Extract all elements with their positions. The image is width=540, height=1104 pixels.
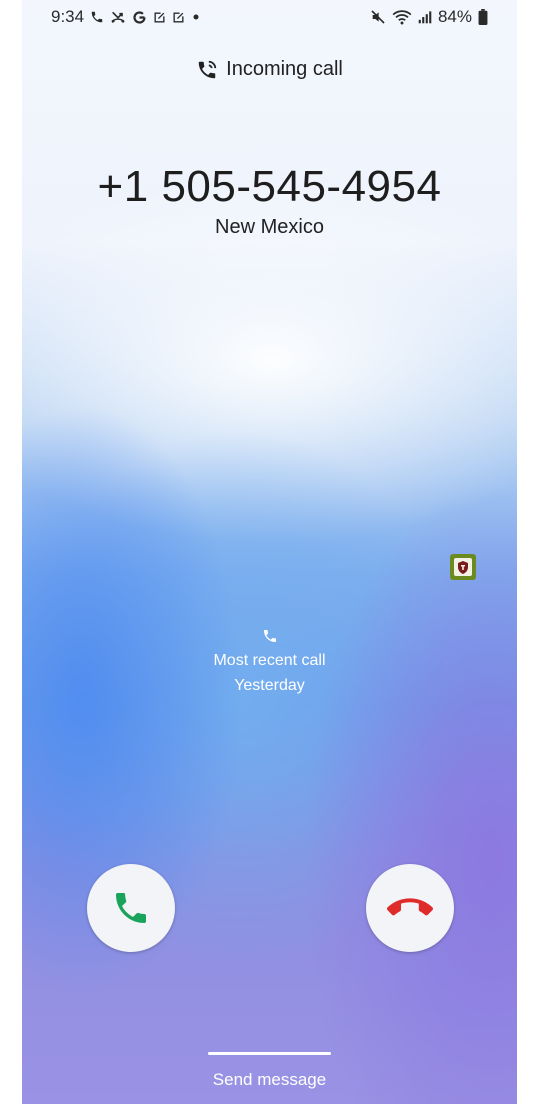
mute-icon — [371, 10, 385, 24]
caller-number: +1 505-545-4954 — [97, 162, 442, 211]
status-left: 9:34 — [51, 7, 201, 27]
google-icon — [133, 10, 146, 24]
call-status-label: Incoming call — [226, 58, 343, 80]
answer-phone-icon — [116, 893, 146, 923]
shield-icon — [458, 560, 468, 574]
caller-location: New Mexico — [215, 216, 324, 238]
incoming-call-icon — [198, 60, 217, 78]
send-message-button[interactable]: Send message — [22, 1070, 517, 1090]
recent-call-phone-icon — [22, 628, 517, 648]
signal-icon — [418, 11, 432, 24]
battery-icon — [478, 9, 488, 25]
decline-phone-icon — [387, 898, 433, 916]
status-time: 9:34 — [51, 7, 85, 26]
answer-button[interactable] — [87, 864, 175, 952]
phone-icon — [91, 11, 103, 23]
decline-button[interactable] — [366, 864, 454, 952]
send-message-handle[interactable] — [208, 1052, 331, 1055]
missed-call-icon — [111, 11, 125, 23]
dot-icon — [193, 14, 199, 20]
most-recent-call: Most recent call Yesterday — [22, 628, 517, 695]
app-badge-inner — [454, 558, 472, 576]
call-screen: 9:34 84% Incoming call +1 505-545-4954 N… — [22, 0, 517, 1104]
edit-icon — [173, 11, 184, 23]
status-bar: 9:34 84% — [51, 6, 488, 28]
wifi-icon — [392, 10, 412, 25]
recent-call-label: Most recent call — [213, 652, 326, 669]
status-right: 84% — [370, 7, 488, 27]
recent-call-time: Yesterday — [234, 677, 305, 694]
edit-icon — [154, 11, 165, 23]
call-header: Incoming call — [22, 58, 517, 81]
battery-percent: 84% — [437, 7, 472, 26]
app-badge-icon[interactable] — [450, 554, 476, 580]
